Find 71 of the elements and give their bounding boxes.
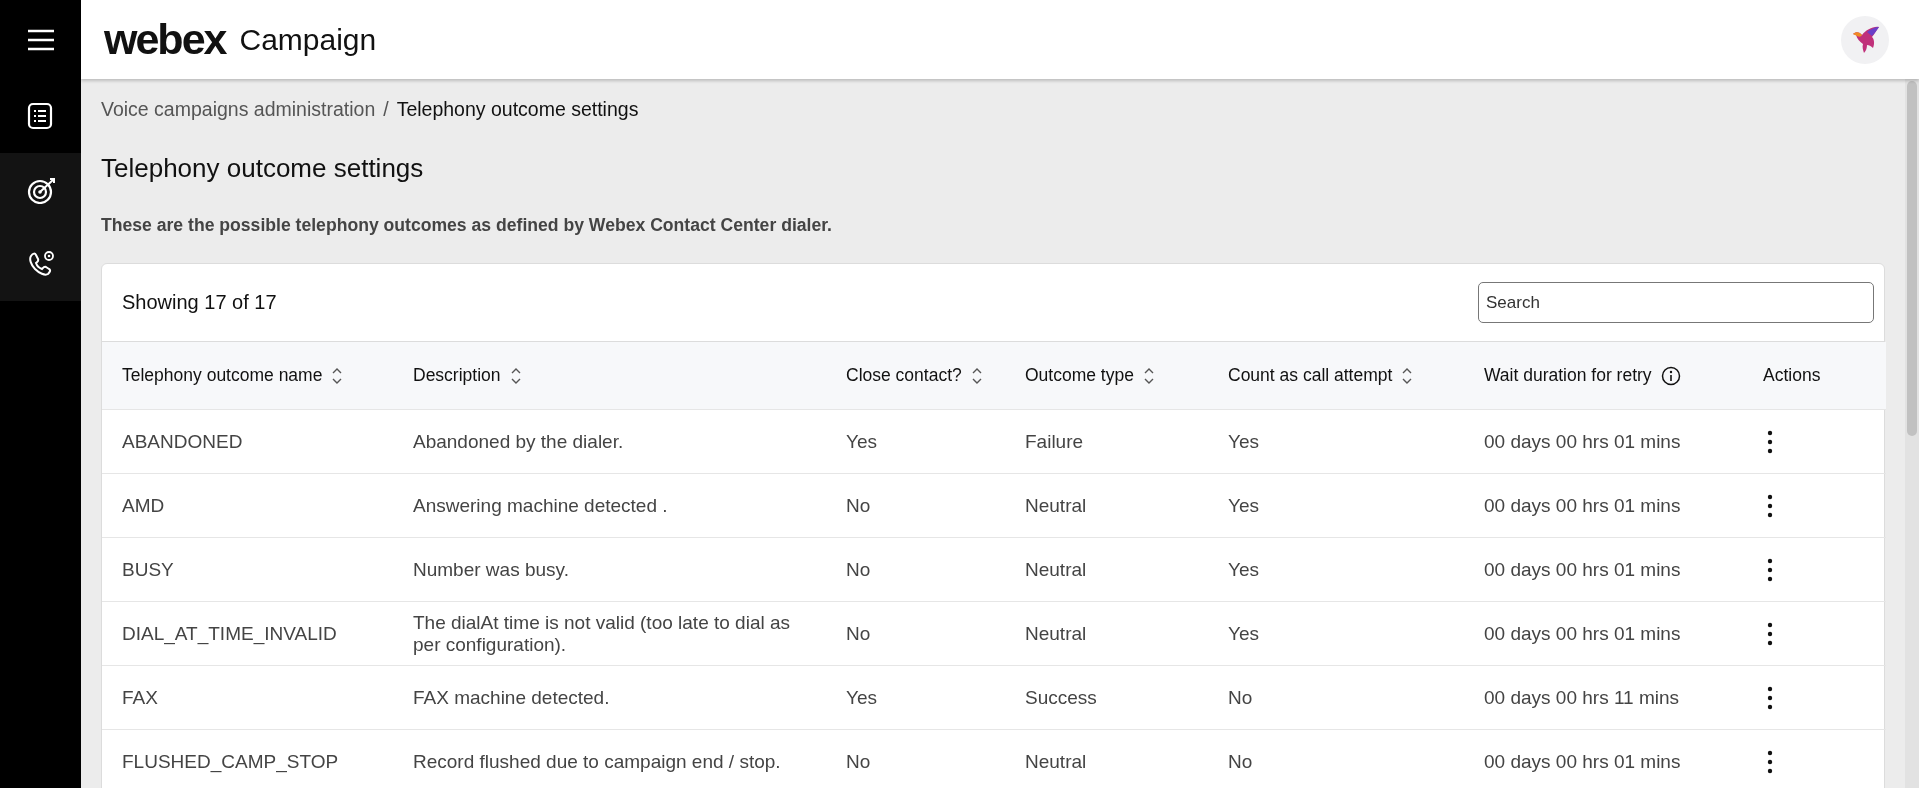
table-cell: Abandoned by the dialer. <box>413 430 624 452</box>
table-cell: Yes <box>846 430 877 452</box>
table-cell: Record flushed due to campaign end / stop. <box>413 750 781 772</box>
result-count: Showing 17 of 17 <box>122 291 277 314</box>
column-header: Wait duration for retry <box>1484 365 1652 386</box>
table-cell: 00 days 00 hrs 01 mins <box>1484 622 1681 644</box>
phone-gear-icon <box>26 250 55 278</box>
table-cell: Neutral <box>1025 558 1087 580</box>
more-icon <box>1767 621 1773 646</box>
more-icon <box>1767 685 1773 710</box>
product-name: Campaign <box>239 22 377 57</box>
menu-button[interactable] <box>26 28 55 51</box>
table-cell: 00 days 00 hrs 11 mins <box>1484 686 1680 708</box>
table-cell: Yes <box>1228 622 1259 644</box>
table-cell: ABANDONED <box>122 430 243 452</box>
sort-icon[interactable] <box>1401 366 1414 385</box>
breadcrumb-link[interactable]: Voice campaigns administration <box>101 97 376 121</box>
sort-icon[interactable] <box>1142 366 1155 385</box>
table-cell: AMD <box>122 494 165 516</box>
table-cell: Yes <box>1228 430 1259 452</box>
table-cell: Failure <box>1025 430 1084 452</box>
brand-logo: webex <box>104 15 226 64</box>
page-title: Telephony outcome settings <box>101 153 425 184</box>
sort-icon[interactable] <box>970 366 983 385</box>
table-cell: 00 days 00 hrs 01 mins <box>1484 430 1681 452</box>
table-cell: No <box>846 558 871 580</box>
breadcrumb-current: Telephony outcome settings <box>396 97 639 121</box>
table-cell: FAX <box>122 686 158 708</box>
menu-icon <box>26 28 55 51</box>
table-cell: No <box>1228 686 1253 708</box>
table-cell: DIAL_AT_TIME_INVALID <box>122 622 337 644</box>
table-cell: The dialAt time is not valid (too late to dial as per configuration). <box>413 611 791 655</box>
avatar[interactable] <box>1841 15 1889 64</box>
target-icon <box>26 176 55 204</box>
sort-icon[interactable] <box>509 366 522 385</box>
table-cell: Success <box>1025 686 1097 708</box>
breadcrumb-separator: / <box>383 97 389 121</box>
table-cell: Neutral <box>1025 622 1087 644</box>
column-header[interactable]: Close contact? <box>846 365 962 386</box>
search-field[interactable]: Search <box>1478 282 1874 323</box>
table-cell: No <box>846 750 871 772</box>
column-header[interactable]: Count as call attempt <box>1228 365 1393 386</box>
scrollbar-thumb[interactable] <box>1907 81 1917 436</box>
table-cell: BUSY <box>122 558 174 580</box>
table-cell: No <box>846 622 871 644</box>
table-cell: FAX machine detected. <box>413 686 610 708</box>
table-cell: No <box>846 494 871 516</box>
more-icon <box>1767 493 1773 518</box>
table-cell: 00 days 00 hrs 01 mins <box>1484 558 1681 580</box>
table-cell: No <box>1228 750 1253 772</box>
column-header[interactable]: Outcome type <box>1025 365 1134 386</box>
table-cell: Yes <box>1228 558 1259 580</box>
table-cell: Answering machine detected . <box>413 494 668 516</box>
table-cell: Neutral <box>1025 750 1087 772</box>
page-description: These are the possible telephony outcomes as defined by Webex Contact Center dialer. <box>101 215 833 236</box>
list-icon <box>26 102 55 130</box>
table-cell: FLUSHED_CAMP_STOP <box>122 750 339 772</box>
table-cell: Number was busy. <box>413 558 569 580</box>
column-header[interactable]: Description <box>413 365 501 386</box>
more-icon <box>1767 429 1773 454</box>
table-cell: Yes <box>846 686 877 708</box>
more-icon <box>1767 557 1773 582</box>
column-header: Actions <box>1763 365 1821 386</box>
table-cell: 00 days 00 hrs 01 mins <box>1484 494 1681 516</box>
more-icon <box>1767 749 1773 774</box>
info-icon[interactable] <box>1660 365 1681 386</box>
sort-icon[interactable] <box>331 366 344 385</box>
table-cell: 00 days 00 hrs 01 mins <box>1484 750 1681 772</box>
column-header[interactable]: Telephony outcome name <box>122 365 323 386</box>
table-cell: Neutral <box>1025 494 1087 516</box>
table-cell: Yes <box>1228 494 1259 516</box>
